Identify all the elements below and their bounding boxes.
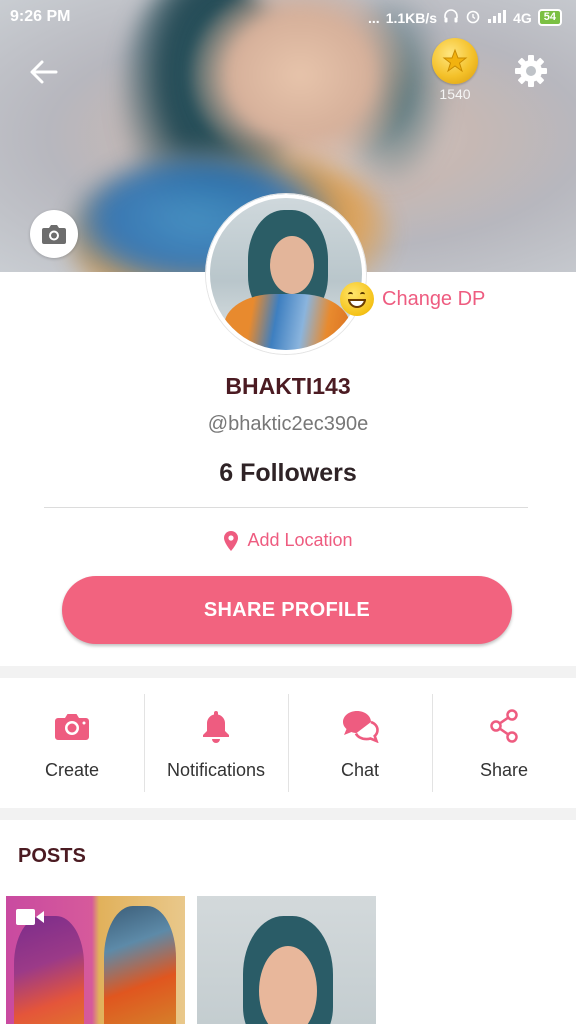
- section-divider: [0, 808, 576, 820]
- action-label-create: Create: [44, 759, 100, 780]
- camera-icon: [52, 706, 92, 746]
- action-label-notifications: Notifications: [166, 759, 266, 780]
- post-thumbnail[interactable]: [197, 896, 376, 1024]
- signal-icon: [487, 9, 507, 26]
- status-net-speed: 1.1KB/s: [385, 9, 438, 26]
- profile-handle: @bhaktic2ec390e: [207, 413, 369, 435]
- gear-icon: [515, 55, 547, 87]
- share-icon: [484, 706, 524, 746]
- action-label-chat: Chat: [340, 759, 380, 780]
- status-dots: ...: [368, 9, 380, 26]
- coin-count: 1540: [439, 86, 471, 102]
- change-dp-label: Change DP: [382, 287, 486, 310]
- settings-button[interactable]: [512, 52, 550, 90]
- post-thumbnail[interactable]: [6, 896, 185, 1024]
- share-button[interactable]: Share: [432, 678, 576, 808]
- bell-icon: [196, 706, 236, 746]
- create-button[interactable]: Create: [0, 678, 144, 808]
- divider: [44, 507, 528, 508]
- location-pin-icon: [224, 530, 239, 551]
- status-time: 9:26 PM: [10, 8, 71, 25]
- back-button[interactable]: [26, 54, 62, 90]
- battery-icon: 54: [537, 9, 562, 26]
- chat-button[interactable]: Chat: [288, 678, 432, 808]
- camera-icon: [42, 225, 66, 244]
- followers-count[interactable]: 6 Followers: [0, 459, 576, 488]
- profile-username: BHAKTI143: [225, 373, 351, 399]
- grinning-emoji-icon: [340, 282, 374, 316]
- share-profile-button[interactable]: SHARE PROFILE: [62, 576, 512, 644]
- network-type: 4G: [513, 9, 532, 26]
- action-label-share: Share: [479, 759, 529, 780]
- section-divider: [0, 666, 576, 678]
- status-bar: 9:26 PM ... 1.1KB/s 4G 54: [0, 0, 576, 36]
- posts-heading: POSTS: [18, 845, 86, 867]
- alarm-icon: [465, 8, 481, 27]
- back-arrow-icon: [30, 60, 58, 84]
- headphones-icon: [443, 8, 459, 27]
- video-camera-icon: [16, 909, 44, 925]
- profile-picture[interactable]: [206, 194, 366, 354]
- add-location-link[interactable]: Add Location: [0, 530, 576, 551]
- change-cover-button[interactable]: [30, 210, 78, 258]
- chat-bubbles-icon: [340, 706, 380, 746]
- coin-icon[interactable]: [432, 38, 478, 84]
- change-dp-button[interactable]: Change DP: [340, 280, 485, 318]
- add-location-label: Add Location: [247, 530, 353, 550]
- notifications-button[interactable]: Notifications: [144, 678, 288, 808]
- action-bar: Create Notifications Chat Share: [0, 678, 576, 808]
